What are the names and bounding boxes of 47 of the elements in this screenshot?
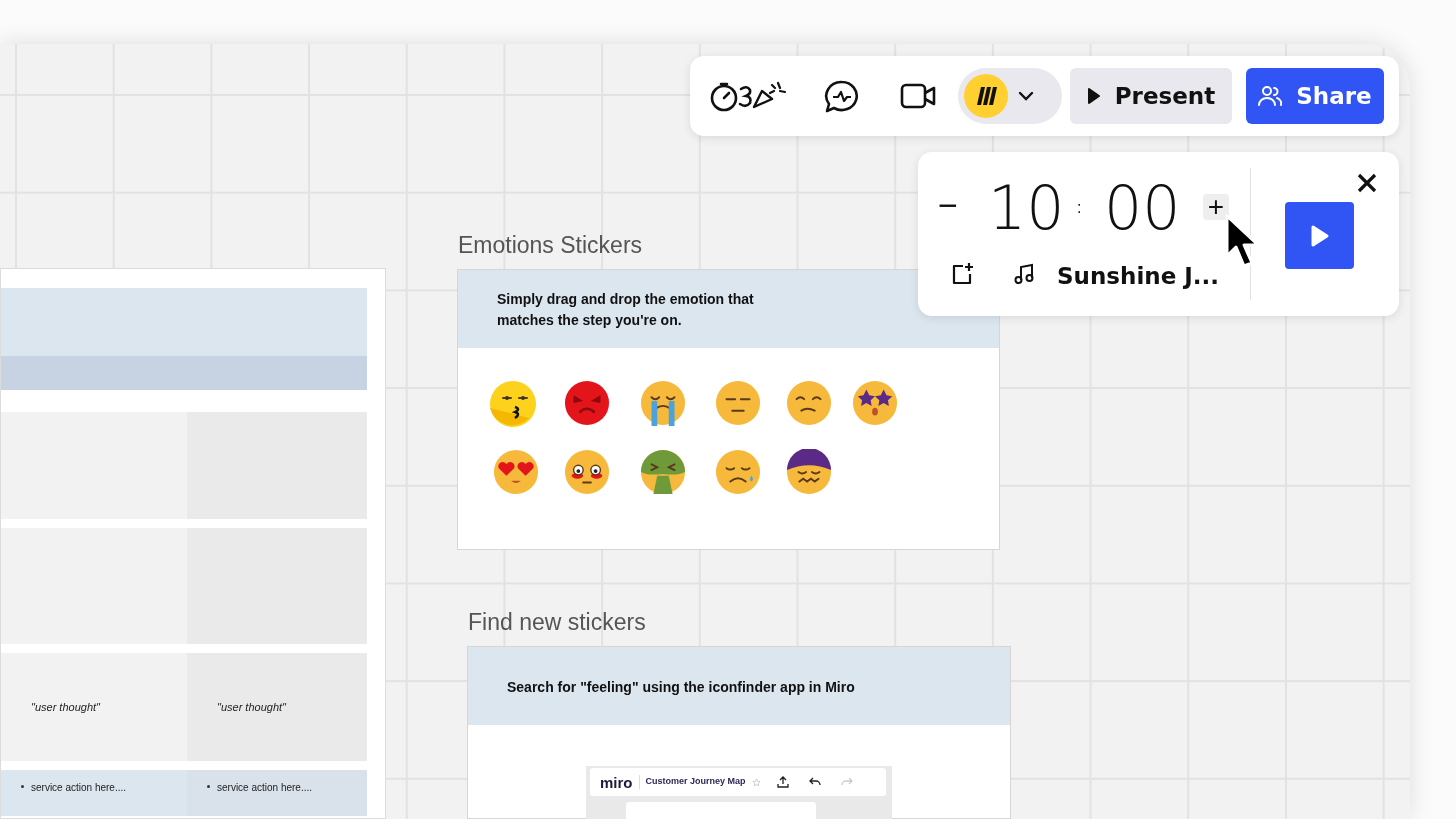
decrease-button[interactable]: −: [934, 185, 962, 225]
user-thought-text: "user thought": [31, 700, 100, 715]
smirking-face-icon[interactable]: [786, 380, 832, 426]
seconds-value[interactable]: 00: [1104, 176, 1181, 240]
undo-icon[interactable]: [808, 777, 821, 787]
heart-eyes-face-icon[interactable]: [493, 449, 539, 495]
start-button[interactable]: [1285, 202, 1354, 269]
music-note-icon[interactable]: [1014, 263, 1034, 285]
app-logo: miro: [600, 774, 633, 790]
service-action-text: service action here....: [31, 781, 127, 795]
sad-tear-face-icon[interactable]: [715, 449, 761, 495]
star-icon[interactable]: [751, 777, 761, 787]
time-separator: :: [1077, 198, 1082, 218]
present-button[interactable]: Present: [1070, 68, 1232, 124]
play-icon: [1086, 87, 1101, 105]
service-action-text: service action here....: [217, 781, 313, 795]
upload-icon[interactable]: [776, 776, 789, 788]
instruction-text: Simply drag and drop the emotion that matches the step you're on.: [497, 290, 755, 330]
crying-face-icon[interactable]: [640, 380, 686, 426]
expressionless-face-icon[interactable]: [715, 380, 761, 426]
kissing-face-icon[interactable]: [489, 380, 537, 428]
minutes-value[interactable]: 10: [988, 176, 1065, 240]
section-title: Find new stickers: [468, 608, 646, 637]
angry-face-icon[interactable]: [564, 380, 610, 426]
board-menu-button[interactable]: [958, 68, 1062, 124]
section-title: Emotions Stickers: [458, 231, 643, 260]
close-icon[interactable]: [1357, 173, 1377, 193]
anxious-face-icon[interactable]: [786, 449, 832, 495]
logo-icon: [964, 74, 1008, 118]
timer-party-icon[interactable]: [710, 79, 786, 113]
star-eyes-face-icon[interactable]: [852, 380, 898, 426]
bullet-icon: [21, 785, 24, 788]
nauseated-face-icon[interactable]: [640, 449, 686, 495]
add-frame-icon[interactable]: [950, 262, 974, 286]
flushed-face-icon[interactable]: [564, 449, 610, 495]
play-icon: [1309, 223, 1330, 248]
track-name[interactable]: Sunshine J...: [1057, 259, 1219, 294]
bullet-icon: [207, 785, 210, 788]
increase-button[interactable]: +: [1203, 194, 1229, 220]
chevron-icon: [1018, 91, 1034, 101]
board-title: Customer Journey Map: [645, 775, 746, 789]
video-camera-icon[interactable]: [900, 82, 936, 110]
share-button[interactable]: Share: [1246, 68, 1384, 124]
chat-bubble-icon[interactable]: [824, 79, 860, 113]
user-thought-text: "user thought": [217, 700, 286, 715]
users-icon: [1258, 85, 1283, 107]
instruction-text: Search for "feeling" using the iconfinder app in Miro: [507, 678, 855, 697]
